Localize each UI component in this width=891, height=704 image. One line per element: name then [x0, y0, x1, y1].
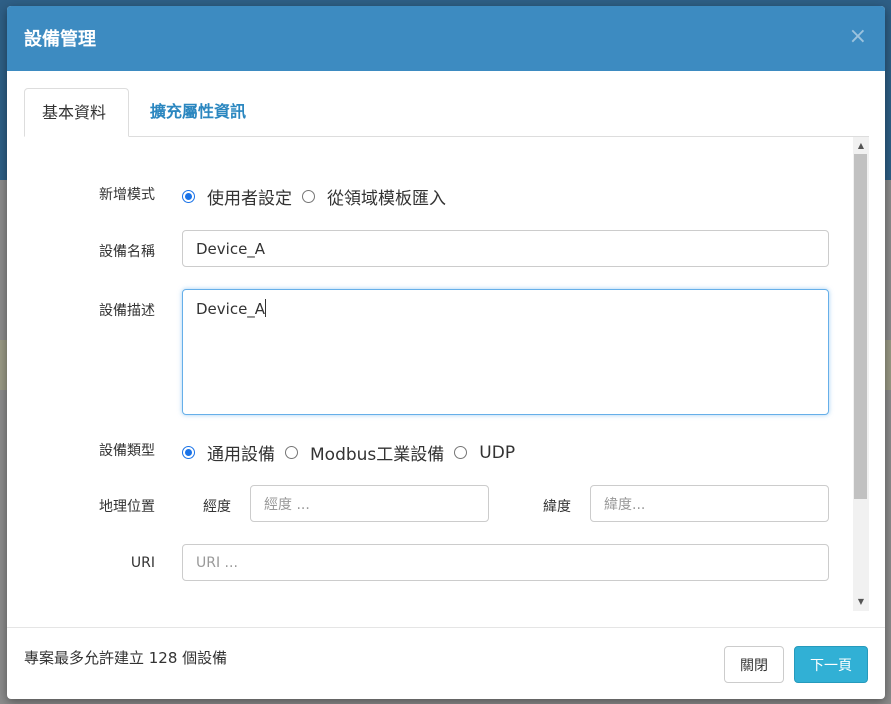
device-type-label: 設備類型 — [99, 443, 155, 459]
add-mode-label: 新增模式 — [99, 187, 155, 203]
dialog-title: 設備管理 — [24, 29, 96, 50]
close-icon[interactable]: × — [849, 26, 867, 48]
longitude-label: 經度 — [203, 499, 231, 515]
next-page-button[interactable]: 下一頁 — [794, 646, 868, 683]
device-description-label: 設備描述 — [99, 303, 155, 319]
dialog-header: 設備管理 × — [7, 6, 885, 71]
radio-generic-device-label: 通用設備 — [207, 445, 275, 465]
tab-extended-attributes[interactable]: 擴充屬性資訊 — [133, 88, 263, 137]
longitude-input[interactable]: 經度 ... — [250, 485, 489, 522]
uri-input[interactable]: URI ... — [182, 544, 829, 581]
radio-user-defined[interactable] — [182, 190, 195, 203]
device-name-label: 設備名稱 — [99, 244, 155, 260]
scroll-thumb[interactable] — [854, 154, 867, 499]
scroll-down-arrow-icon[interactable]: ▼ — [853, 595, 869, 609]
device-name-input[interactable]: Device_A — [182, 230, 829, 267]
tab-basic-info[interactable]: 基本資料 — [24, 88, 129, 137]
radio-udp[interactable] — [454, 446, 468, 459]
device-description-textarea[interactable]: Device_A — [182, 289, 829, 415]
device-description-value: Device_A — [196, 300, 266, 318]
uri-label: URI — [130, 555, 155, 571]
location-label: 地理位置 — [99, 499, 155, 515]
latitude-label: 緯度 — [543, 499, 571, 515]
tab-bar: 基本資料 擴充屬性資訊 — [24, 88, 869, 137]
dialog-footer: 專案最多允許建立 128 個設備 關閉 下一頁 — [7, 627, 885, 699]
radio-modbus-device-label: Modbus工業設備 — [310, 445, 445, 465]
radio-import-template[interactable] — [302, 190, 315, 203]
form-scrollbar[interactable]: ▲ ▼ — [853, 137, 869, 611]
radio-udp-label: UDP — [479, 442, 516, 463]
text-caret — [265, 299, 267, 317]
device-limit-note: 專案最多允許建立 128 個設備 — [24, 649, 228, 667]
scroll-up-arrow-icon[interactable]: ▲ — [853, 139, 869, 153]
radio-generic-device[interactable] — [182, 446, 195, 459]
radio-import-template-label: 從領域模板匯入 — [327, 189, 446, 209]
radio-modbus-device[interactable] — [285, 446, 298, 459]
close-button[interactable]: 關閉 — [724, 646, 784, 683]
radio-user-defined-label: 使用者設定 — [207, 189, 292, 209]
device-management-dialog: 設備管理 × 基本資料 擴充屬性資訊 新增模式 使用者設定 從領域模板匯入 設備… — [7, 6, 885, 699]
form-body: 新增模式 使用者設定 從領域模板匯入 設備名稱 Device_A 設備描述 De… — [24, 137, 869, 611]
latitude-input[interactable]: 緯度... — [590, 485, 829, 522]
device-type-radio-group: 通用設備 Modbus工業設備 UDP — [182, 440, 525, 465]
add-mode-radio-group: 使用者設定 從領域模板匯入 — [182, 184, 456, 209]
